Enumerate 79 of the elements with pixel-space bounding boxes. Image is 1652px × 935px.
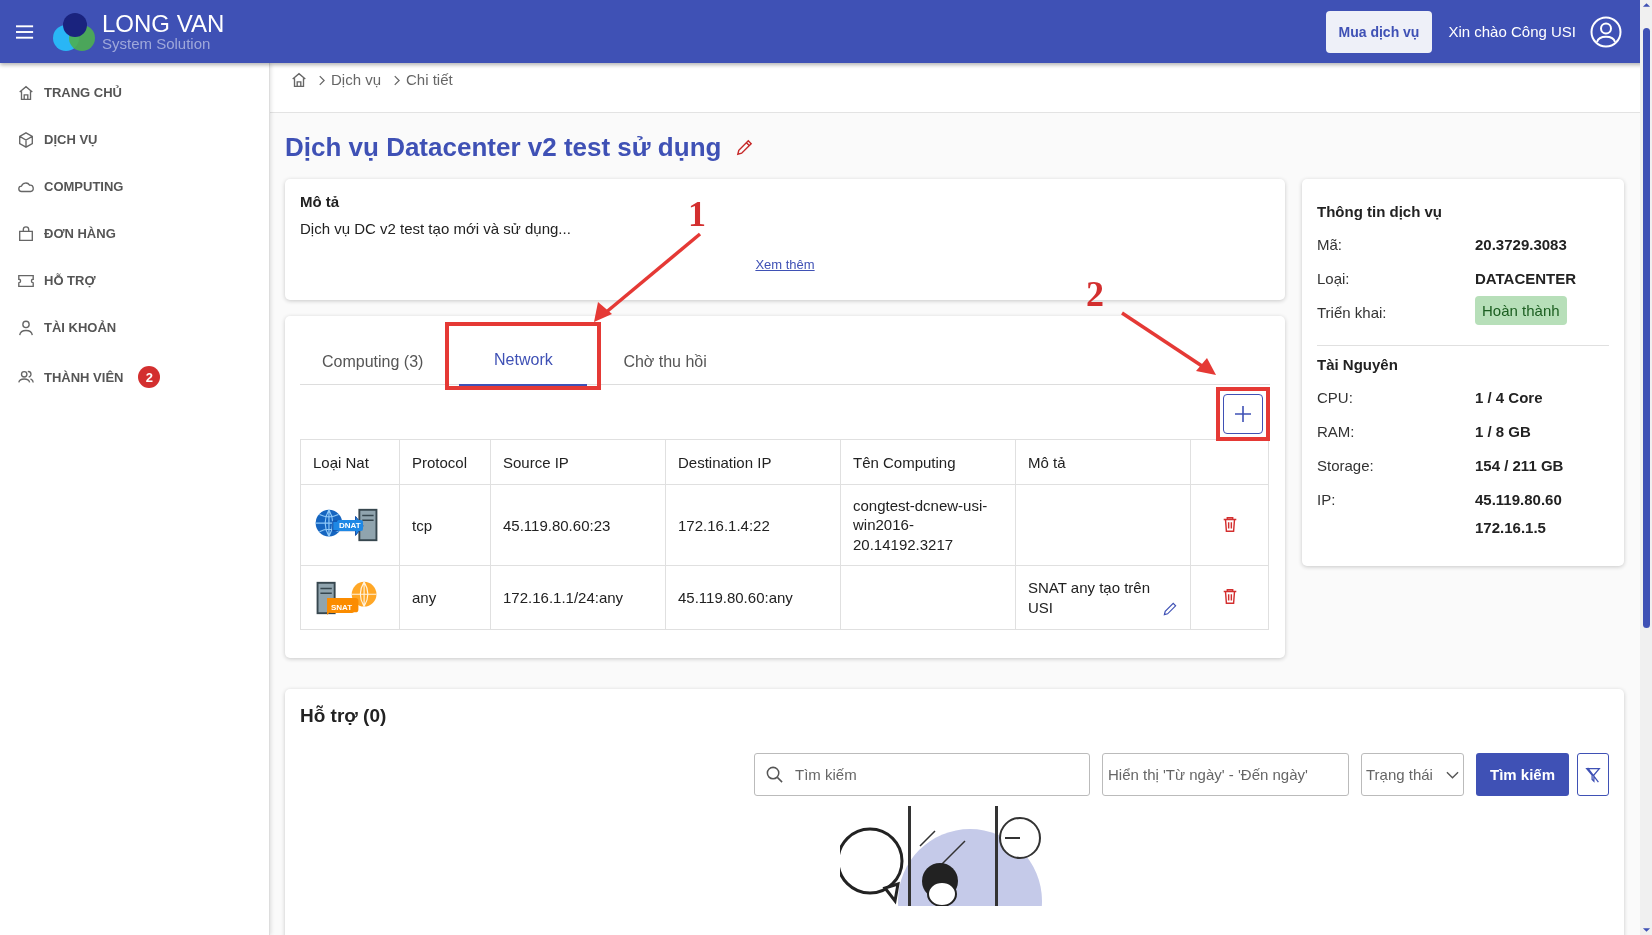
plus-icon (1233, 404, 1253, 424)
add-button[interactable] (1223, 394, 1263, 434)
bag-icon (17, 224, 35, 243)
user-avatar-icon[interactable] (1590, 15, 1622, 48)
info-label: Loại: (1317, 269, 1351, 287)
info-label: CPU: (1317, 388, 1354, 406)
info-value: 154 / 211 GB (1475, 456, 1564, 474)
home-icon (17, 83, 35, 102)
table-cell: congtest-dcnew-usi-win2016-20.14192.3217 (853, 496, 988, 553)
sidebar-item[interactable]: THÀNH VIÊN 2 (0, 351, 269, 403)
breadcrumb-link[interactable]: Chi tiết (406, 71, 453, 88)
cube-icon (17, 130, 35, 149)
info-label: IP: (1317, 490, 1337, 508)
section-heading: Thông tin dịch vụ (1317, 203, 1443, 220)
info-value: 20.3729.3083 (1475, 235, 1567, 253)
info-value: 172.16.1.5 (1475, 518, 1547, 536)
info-value: 1 / 4 Core (1475, 388, 1543, 406)
user-icon (17, 318, 35, 337)
table-cell: tcp (399, 484, 491, 566)
logo-title: LONG VAN (102, 12, 225, 36)
column-header: Source IP (490, 439, 666, 485)
step-number: 2 (1086, 276, 1104, 312)
column-header: Mô tả (1015, 439, 1191, 485)
scroll-up-icon[interactable] (1641, 2, 1651, 8)
nat-type-label: DNAT (337, 520, 363, 531)
search-icon (764, 765, 784, 784)
chevron-icon (318, 75, 325, 86)
sidebar-item[interactable]: ĐƠN HÀNG (0, 210, 269, 257)
column-header: Loại Nat (300, 439, 400, 485)
description-cell-text: SNAT any tạo trên USI (1028, 578, 1151, 617)
home-icon[interactable] (290, 71, 308, 89)
sidebar-item[interactable]: TRANG CHỦ (0, 69, 269, 116)
table-cell: any (399, 565, 491, 630)
info-value: 45.119.80.60 (1475, 490, 1562, 508)
search-button[interactable]: Tìm kiếm (1475, 753, 1569, 796)
count-badge: 2 (138, 366, 161, 388)
pencil-icon[interactable] (735, 137, 755, 157)
scroll-down-icon[interactable] (1641, 927, 1651, 933)
greeting-text: Xin chào Công USI (1448, 23, 1576, 40)
pencil-icon[interactable] (1162, 601, 1178, 617)
section-heading: Tài Nguyên (1317, 356, 1399, 373)
info-label: RAM: (1317, 422, 1356, 440)
table-cell: 45.119.80.60:23 (490, 484, 666, 566)
section-title: Hỗ trợ (0) (300, 705, 388, 727)
logo-subtitle: System Solution (102, 36, 212, 51)
info-label: Storage: (1317, 456, 1375, 474)
see-more-link[interactable]: Xem thêm (755, 257, 815, 272)
sidebar-item[interactable]: HỖ TRỢ (0, 257, 269, 304)
page-title: Dịch vụ Datacenter v2 test sử dụng (285, 131, 722, 163)
description-text: Dịch vụ DC v2 test tạo mới và sử dụng... (300, 220, 572, 237)
step-number: 1 (688, 196, 706, 232)
description-heading: Mô tả (300, 193, 341, 210)
search-field[interactable]: Tìm kiếm (753, 753, 1090, 796)
info-label: Triển khai: (1317, 303, 1388, 321)
chevron-icon (393, 75, 401, 86)
status-dropdown[interactable]: Trạng thái (1360, 753, 1464, 796)
tab[interactable]: Chờ thu hồi (613, 338, 717, 388)
table-cell: 172.16.1.4:22 (665, 484, 841, 566)
clear-filter-button[interactable] (1577, 753, 1609, 796)
status-badge: Hoàn thành (1475, 296, 1567, 325)
table-cell: 45.119.80.60:any (665, 565, 841, 630)
buy-service-button[interactable]: Mua dịch vụ (1325, 10, 1433, 53)
sidebar-item[interactable]: TÀI KHOẢN (0, 304, 269, 351)
menu-icon[interactable] (16, 23, 35, 40)
tab[interactable]: Network (459, 336, 588, 386)
table-cell: 172.16.1.1/24:any (490, 565, 666, 630)
info-value: DATACENTER (1475, 269, 1577, 287)
column-header: Protocol (399, 439, 491, 485)
tab[interactable]: Computing (3) (312, 338, 434, 388)
info-value: 1 / 8 GB (1475, 422, 1531, 440)
info-label: Mã: (1317, 235, 1343, 253)
sidebar-item[interactable]: COMPUTING (0, 163, 269, 210)
breadcrumb-link[interactable]: Dịch vụ (331, 71, 382, 88)
scrollbar[interactable] (1640, 0, 1652, 935)
sidebar-item[interactable]: DỊCH VỤ (0, 116, 269, 163)
date-range-field[interactable]: Hiển thị 'Từ ngày' - 'Đến ngày' (1101, 753, 1349, 796)
chevron-down-icon (1445, 770, 1459, 779)
column-header: Destination IP (665, 439, 841, 485)
column-header: Tên Computing (840, 439, 1016, 485)
